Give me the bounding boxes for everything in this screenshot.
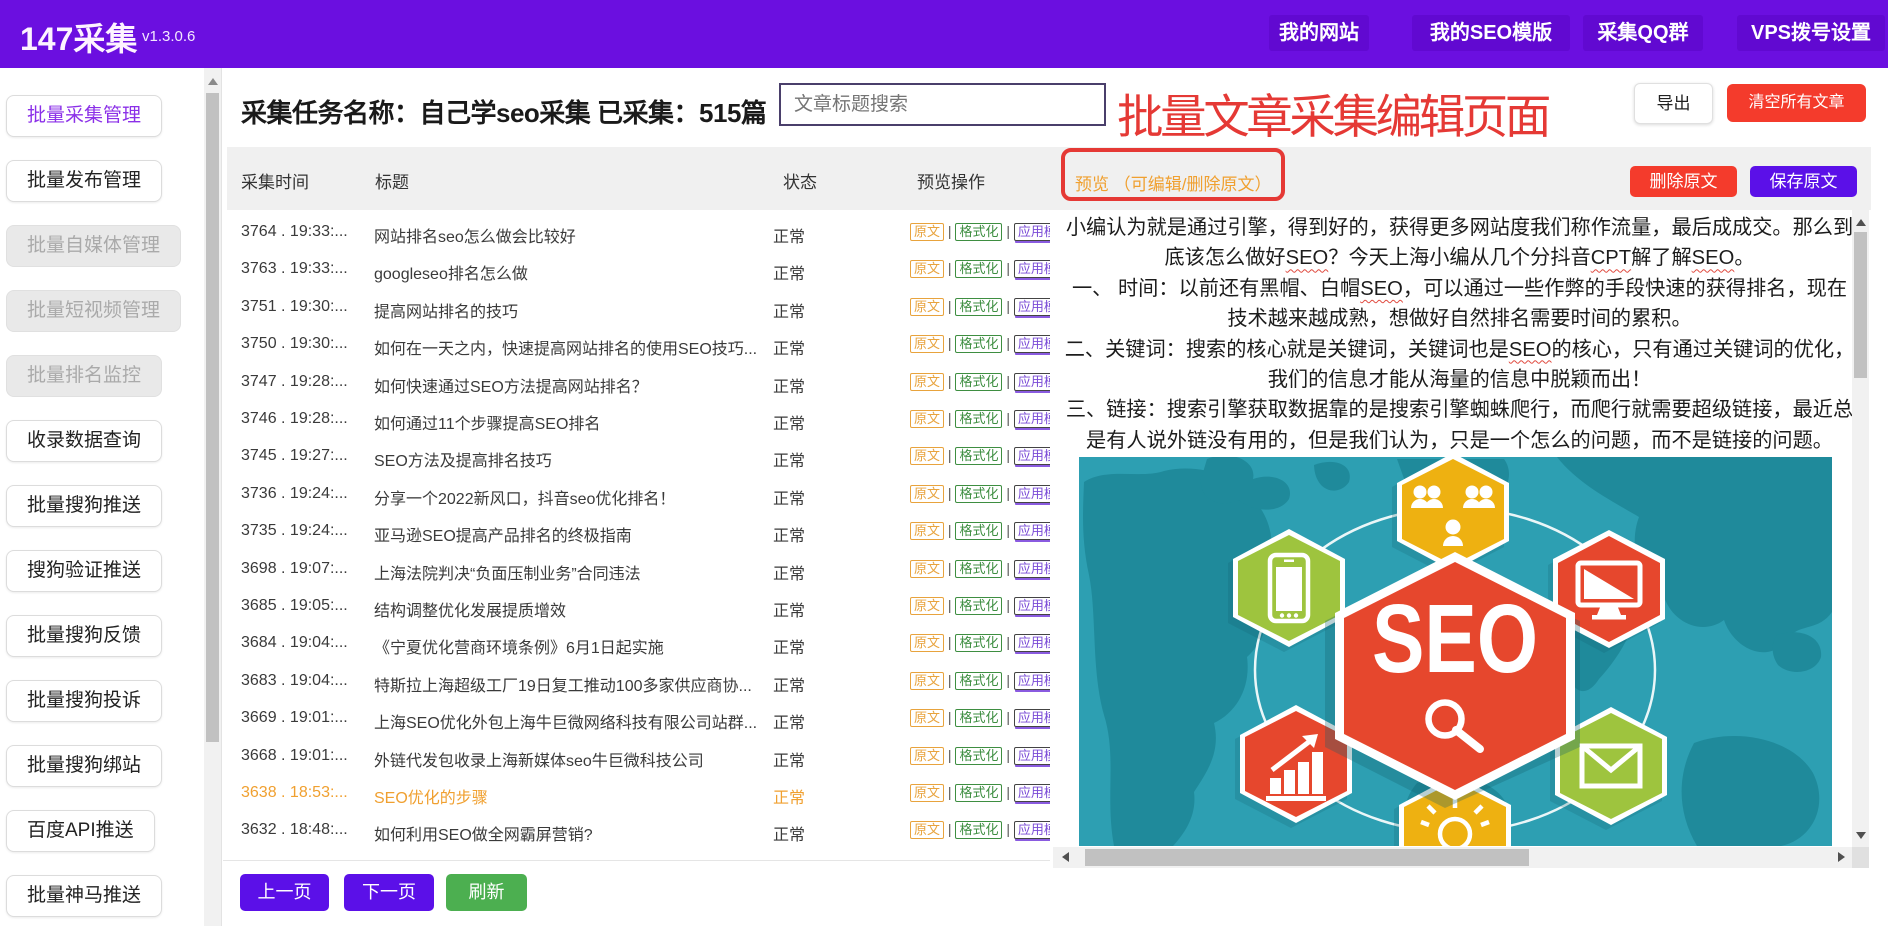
svg-text:SEO: SEO xyxy=(1372,584,1538,693)
